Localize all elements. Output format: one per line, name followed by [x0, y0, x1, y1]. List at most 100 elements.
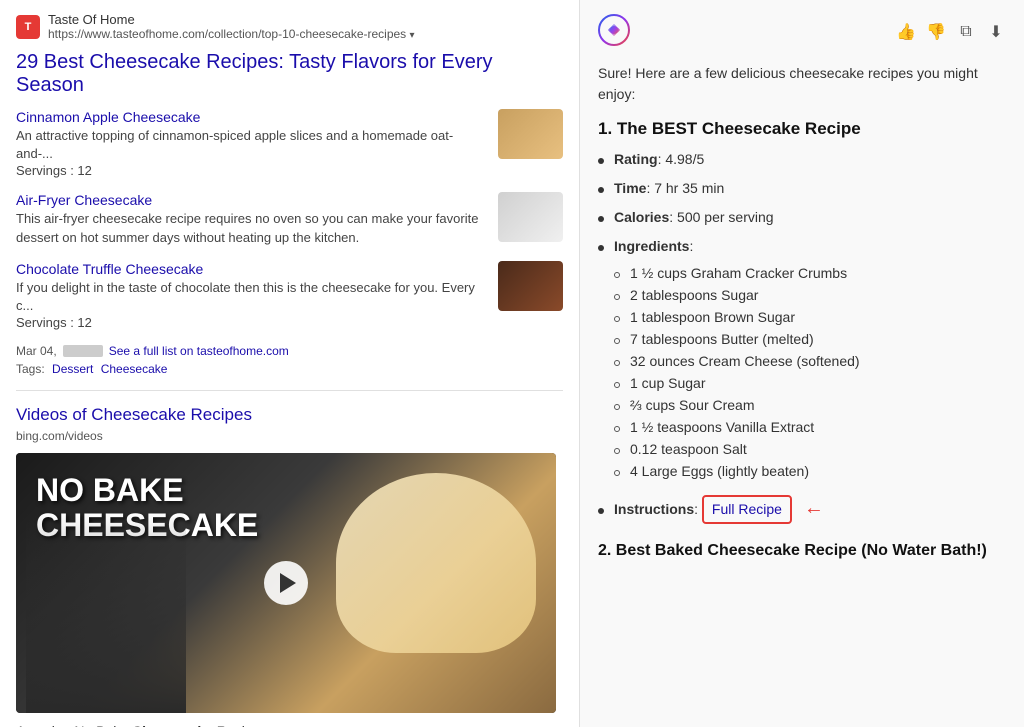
meta-date: Mar 04,: [16, 344, 57, 358]
time-item: Time: 7 hr 35 min: [598, 178, 1006, 199]
recipe-thumb-2: [498, 192, 563, 242]
videos-section-source: bing.com/videos: [16, 429, 563, 443]
ingredient-circle: [614, 360, 620, 366]
ingredient-text: ⅔ cups Sour Cream: [630, 397, 755, 413]
instructions-box: Full Recipe: [702, 495, 792, 524]
recipe-text-3: Chocolate Truffle Cheesecake If you deli…: [16, 261, 488, 330]
ingredient-text: 0.12 teaspoon Salt: [630, 441, 747, 457]
meta-link[interactable]: See a full list on tasteofhome.com: [109, 344, 289, 358]
recipe-thumb-3: [498, 261, 563, 311]
calories-item: Calories: 500 per serving: [598, 207, 1006, 228]
source-info: Taste Of Home https://www.tasteofhome.co…: [48, 12, 415, 41]
instructions-link[interactable]: Full Recipe: [712, 499, 782, 520]
ingredient-circle: [614, 272, 620, 278]
ingredient-circle: [614, 470, 620, 476]
rating-value: 4.98/5: [665, 151, 704, 167]
meta-line: Mar 04, See a full list on tasteofhome.c…: [16, 344, 563, 358]
right-panel: 👍 👎 ⧉ ⬇ Sure! Here are a few delicious c…: [580, 0, 1024, 727]
videos-section-title[interactable]: Videos of Cheesecake Recipes: [16, 405, 563, 425]
download-icon[interactable]: ⬇: [986, 22, 1006, 42]
red-arrow-icon: ←: [804, 497, 824, 519]
thumbdown-icon[interactable]: 👎: [926, 22, 946, 42]
tag-cheesecake[interactable]: Cheesecake: [101, 362, 168, 376]
video-info: Amazing No Bake Cheesecake Recipe 1M vie…: [16, 723, 563, 727]
ingredients-label: Ingredients: [614, 236, 689, 257]
ingredient-circle: [614, 448, 620, 454]
rating-label: Rating: [614, 151, 658, 167]
ingredient-item: 1 tablespoon Brown Sugar: [614, 309, 1006, 325]
recipe-link-3[interactable]: Chocolate Truffle Cheesecake: [16, 261, 488, 277]
ingredients-dot: [598, 245, 604, 251]
right-header: 👍 👎 ⧉ ⬇: [598, 14, 1006, 49]
recipe-text-1: Cinnamon Apple Cheesecake An attractive …: [16, 109, 488, 178]
ingredient-text: 1 cup Sugar: [630, 375, 706, 391]
video-container[interactable]: NO BAKE CHEESECAKE: [16, 453, 556, 713]
recipe-item-3: Chocolate Truffle Cheesecake If you deli…: [16, 261, 563, 330]
ingredient-item: ⅔ cups Sour Cream: [614, 397, 1006, 413]
source-bar: T Taste Of Home https://www.tasteofhome.…: [16, 12, 563, 41]
video-person: [26, 513, 186, 713]
rating-item: Rating: 4.98/5: [598, 149, 1006, 170]
copilot-logo: [598, 14, 630, 49]
calories-value: 500 per serving: [677, 209, 774, 225]
video-title-bold: Cheesecake: [132, 723, 213, 727]
rating-dot: [598, 158, 604, 164]
ingredient-circle: [614, 316, 620, 322]
recipe2-title: 2. Best Baked Cheesecake Recipe (No Wate…: [598, 542, 1006, 560]
ingredient-text: 32 ounces Cream Cheese (softened): [630, 353, 860, 369]
video-overlay-line1: NO BAKE: [36, 472, 184, 508]
calories-dot: [598, 216, 604, 222]
ingredient-text: 4 Large Eggs (lightly beaten): [630, 463, 809, 479]
source-dropdown[interactable]: ▾: [410, 30, 415, 41]
time-value: 7 hr 35 min: [654, 180, 724, 196]
ingredient-item: 1 cup Sugar: [614, 375, 1006, 391]
recipe-servings-3: Servings : 12: [16, 315, 488, 330]
video-cheesecake-image: [336, 473, 536, 653]
recipe-link-2[interactable]: Air-Fryer Cheesecake: [16, 192, 488, 208]
tags-line: Tags: Dessert Cheesecake: [16, 362, 563, 376]
video-title-plain: Amazing No Bake: [16, 723, 128, 727]
ingredient-circle: [614, 426, 620, 432]
tags-label: Tags:: [16, 362, 45, 376]
recipe1-title: 1. The BEST Cheesecake Recipe: [598, 119, 1006, 139]
copy-icon[interactable]: ⧉: [956, 22, 976, 42]
intro-text: Sure! Here are a few delicious cheesecak…: [598, 63, 1006, 105]
recipe-desc-3: If you delight in the taste of chocolate…: [16, 279, 488, 315]
recipe-link-1[interactable]: Cinnamon Apple Cheesecake: [16, 109, 488, 125]
recipe-item-2: Air-Fryer Cheesecake This air-fryer chee…: [16, 192, 563, 246]
play-icon: [280, 573, 296, 593]
ingredient-list: 1 ½ cups Graham Cracker Crumbs 2 tablespo…: [614, 265, 1006, 485]
ingredient-item: 0.12 teaspoon Salt: [614, 441, 1006, 457]
ingredient-text: 1 tablespoon Brown Sugar: [630, 309, 795, 325]
thumbup-icon[interactable]: 👍: [896, 22, 916, 42]
ingredient-circle: [614, 294, 620, 300]
source-url[interactable]: https://www.tasteofhome.com/collection/t…: [48, 27, 415, 41]
ingredient-text: 2 tablespoons Sugar: [630, 287, 758, 303]
recipe-desc-2: This air-fryer cheesecake recipe require…: [16, 210, 488, 246]
tag-dessert[interactable]: Dessert: [52, 362, 93, 376]
ingredient-item: 4 Large Eggs (lightly beaten): [614, 463, 1006, 479]
source-favicon: T: [16, 15, 40, 39]
recipe-text-2: Air-Fryer Cheesecake This air-fryer chee…: [16, 192, 488, 246]
ingredient-item: 2 tablespoons Sugar: [614, 287, 1006, 303]
ingredient-item: 1 ½ teaspoons Vanilla Extract: [614, 419, 1006, 435]
recipe-servings-1: Servings : 12: [16, 163, 488, 178]
source-name: Taste Of Home: [48, 12, 415, 27]
video-title-end: Recipe: [217, 723, 261, 727]
instructions-label: Instructions: [614, 501, 694, 517]
divider: [16, 390, 563, 391]
ingredient-circle: [614, 338, 620, 344]
instructions-item: Instructions: Full Recipe ←: [598, 493, 1006, 524]
recipe-item-1: Cinnamon Apple Cheesecake An attractive …: [16, 109, 563, 178]
play-button[interactable]: [264, 561, 308, 605]
ingredient-text: 1 ½ teaspoons Vanilla Extract: [630, 419, 814, 435]
video-title: Amazing No Bake Cheesecake Recipe: [16, 723, 563, 727]
ingredient-text: 7 tablespoons Butter (melted): [630, 331, 814, 347]
header-actions: 👍 👎 ⧉ ⬇: [896, 22, 1006, 42]
ingredient-circle: [614, 382, 620, 388]
ingredients-header: Ingredients:: [598, 236, 1006, 257]
ingredient-circle: [614, 404, 620, 410]
ingredient-item: 1 ½ cups Graham Cracker Crumbs: [614, 265, 1006, 281]
recipe-desc-1: An attractive topping of cinnamon-spiced…: [16, 127, 488, 163]
main-search-title[interactable]: 29 Best Cheesecake Recipes: Tasty Flavor…: [16, 51, 563, 97]
